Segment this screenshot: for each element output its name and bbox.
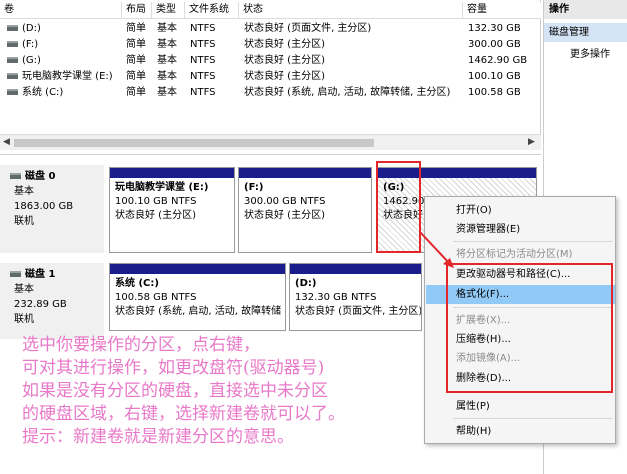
partition-d[interactable]: (D:) 132.30 GB NTFS 状态良好 (页面文件, 主分区) xyxy=(289,263,422,331)
column-header-type[interactable]: 类型 xyxy=(152,2,185,19)
volume-name: (D:) xyxy=(22,23,41,34)
partition-size: 100.10 GB NTFS xyxy=(115,196,197,207)
column-header-filesystem[interactable]: 文件系统 xyxy=(185,2,239,19)
partition-f[interactable]: (F:) 300.00 GB NTFS 状态良好 (主分区) xyxy=(238,167,372,253)
volume-fs: NTFS xyxy=(190,23,216,34)
volume-capacity: 132.30 GB xyxy=(468,23,521,34)
disk-state: 联机 xyxy=(14,314,34,325)
disk-1-label[interactable]: 磁盘 1 基本 232.89 GB 联机 xyxy=(0,263,104,339)
scroll-right-icon[interactable]: ▶ xyxy=(528,137,535,147)
partition-size: 100.58 GB NTFS xyxy=(115,292,197,303)
volume-layout: 简单 xyxy=(126,39,146,50)
drive-icon xyxy=(7,41,18,47)
disk-name: 磁盘 1 xyxy=(25,269,56,280)
annotation-text: 选中你要操作的分区，点右键， 可对其进行操作，如更改盘符(驱动器号) 如果是没有… xyxy=(22,334,442,449)
volume-status: 状态良好 (主分区) xyxy=(244,39,325,50)
drive-icon xyxy=(7,57,18,63)
disk-size: 1863.00 GB xyxy=(14,201,74,212)
partition-status: 状态良好 (页面文件, 主分区) xyxy=(295,306,421,317)
partition-label: 玩电脑教学课堂 (E:) xyxy=(115,182,209,193)
column-header-volume[interactable]: 卷 xyxy=(0,2,122,19)
volume-list: 卷 布局 类型 文件系统 状态 容量 (D:) 简单 基本 NTFS 状态良好 … xyxy=(0,0,541,150)
volume-type: 基本 xyxy=(157,23,177,34)
volume-layout: 简单 xyxy=(126,23,146,34)
volume-layout: 简单 xyxy=(126,71,146,82)
disk-type: 基本 xyxy=(14,284,34,295)
partition-bar xyxy=(110,264,285,274)
partition-bar xyxy=(290,264,421,274)
menu-item-open[interactable]: 打开(O) xyxy=(426,201,615,220)
drive-icon xyxy=(7,73,18,79)
volume-row[interactable]: 玩电脑教学课堂 (E:) 简单 基本 NTFS 状态良好 (主分区) 100.1… xyxy=(0,69,540,85)
volume-fs: NTFS xyxy=(190,39,216,50)
volume-name: 玩电脑教学课堂 (E:) xyxy=(22,71,113,82)
disk-icon xyxy=(10,173,21,179)
volume-status: 状态良好 (系统, 启动, 活动, 故障转储, 主分区) xyxy=(244,87,451,98)
more-actions-link[interactable]: 更多操作 xyxy=(544,46,627,64)
partition-status: 状态良好 (系统, 启动, 活动, 故障转储 xyxy=(115,306,282,317)
partition-size: 300.00 GB NTFS xyxy=(244,196,326,207)
horizontal-scrollbar[interactable]: ◀ ▶ xyxy=(0,134,541,150)
volume-name: (F:) xyxy=(22,39,39,50)
drive-icon xyxy=(7,89,18,95)
volume-name: 系统 (C:) xyxy=(22,87,64,98)
volume-layout: 简单 xyxy=(126,55,146,66)
disk-name: 磁盘 0 xyxy=(25,171,56,182)
annotation-arrow-icon xyxy=(419,231,454,268)
menu-separator xyxy=(453,418,613,419)
volume-type: 基本 xyxy=(157,39,177,50)
annotation-line: 如果是没有分区的硬盘，直接选中未分区 xyxy=(22,381,328,401)
volume-name: (G:) xyxy=(22,55,41,66)
disk-icon xyxy=(10,271,21,277)
partition-bar xyxy=(110,168,234,178)
scroll-left-icon[interactable]: ◀ xyxy=(3,137,10,147)
menu-item-help[interactable]: 帮助(H) xyxy=(426,422,615,441)
disk-state: 联机 xyxy=(14,216,34,227)
volume-type: 基本 xyxy=(157,55,177,66)
annotation-line: 提示：新建卷就是新建分区的意思。 xyxy=(22,427,294,447)
menu-item-properties[interactable]: 属性(P) xyxy=(426,397,615,416)
partition-label: (F:) xyxy=(244,182,264,193)
volume-status: 状态良好 (主分区) xyxy=(244,55,325,66)
volume-capacity: 300.00 GB xyxy=(468,39,521,50)
volume-status: 状态良好 (页面文件, 主分区) xyxy=(244,23,372,34)
drive-icon xyxy=(7,25,18,31)
volume-fs: NTFS xyxy=(190,55,216,66)
disk-size: 232.89 GB xyxy=(14,299,67,310)
partition-status: 状态良好 (主分区) xyxy=(115,210,196,221)
volume-type: 基本 xyxy=(157,87,177,98)
disk-type: 基本 xyxy=(14,186,34,197)
volume-fs: NTFS xyxy=(190,71,216,82)
partition-status: 状态良好 (主分区) xyxy=(244,210,325,221)
annotation-line: 可对其进行操作，如更改盘符(驱动器号) xyxy=(22,358,325,378)
actions-title: 操作 xyxy=(544,0,627,19)
volume-status: 状态良好 (主分区) xyxy=(244,71,325,82)
partition-c[interactable]: 系统 (C:) 100.58 GB NTFS 状态良好 (系统, 启动, 活动,… xyxy=(109,263,286,331)
column-header-status[interactable]: 状态 xyxy=(239,2,463,19)
volume-fs: NTFS xyxy=(190,87,216,98)
volume-capacity: 100.10 GB xyxy=(468,71,521,82)
partition-size: 132.30 GB NTFS xyxy=(295,292,377,303)
partition-label: 系统 (C:) xyxy=(115,278,159,289)
volume-type: 基本 xyxy=(157,71,177,82)
volume-row[interactable]: (D:) 简单 基本 NTFS 状态良好 (页面文件, 主分区) 132.30 … xyxy=(0,21,540,37)
scrollbar-thumb[interactable] xyxy=(14,139,374,147)
column-header-layout[interactable]: 布局 xyxy=(122,2,152,19)
volume-row[interactable]: (F:) 简单 基本 NTFS 状态良好 (主分区) 300.00 GB xyxy=(0,37,540,53)
partition-label: (D:) xyxy=(295,278,317,289)
volume-row[interactable]: (G:) 简单 基本 NTFS 状态良好 (主分区) 1462.90 GB xyxy=(0,53,540,69)
annotation-line: 选中你要操作的分区，点右键， xyxy=(22,335,260,355)
volume-capacity: 1462.90 GB xyxy=(468,55,528,66)
annotation-line: 的硬盘区域，右键，选择新建卷就可以了。 xyxy=(22,404,345,424)
volume-layout: 简单 xyxy=(126,87,146,98)
partition-e[interactable]: 玩电脑教学课堂 (E:) 100.10 GB NTFS 状态良好 (主分区) xyxy=(109,167,235,253)
disk-0-label[interactable]: 磁盘 0 基本 1863.00 GB 联机 xyxy=(0,165,104,253)
partition-bar xyxy=(239,168,371,178)
column-header-capacity[interactable]: 容量 xyxy=(463,2,541,19)
volume-row[interactable]: 系统 (C:) 简单 基本 NTFS 状态良好 (系统, 启动, 活动, 故障转… xyxy=(0,85,540,101)
annotation-box-menu-items xyxy=(446,263,613,393)
actions-section-disk-management[interactable]: 磁盘管理 xyxy=(544,23,627,42)
menu-separator xyxy=(453,241,613,242)
volume-capacity: 100.58 GB xyxy=(468,87,521,98)
